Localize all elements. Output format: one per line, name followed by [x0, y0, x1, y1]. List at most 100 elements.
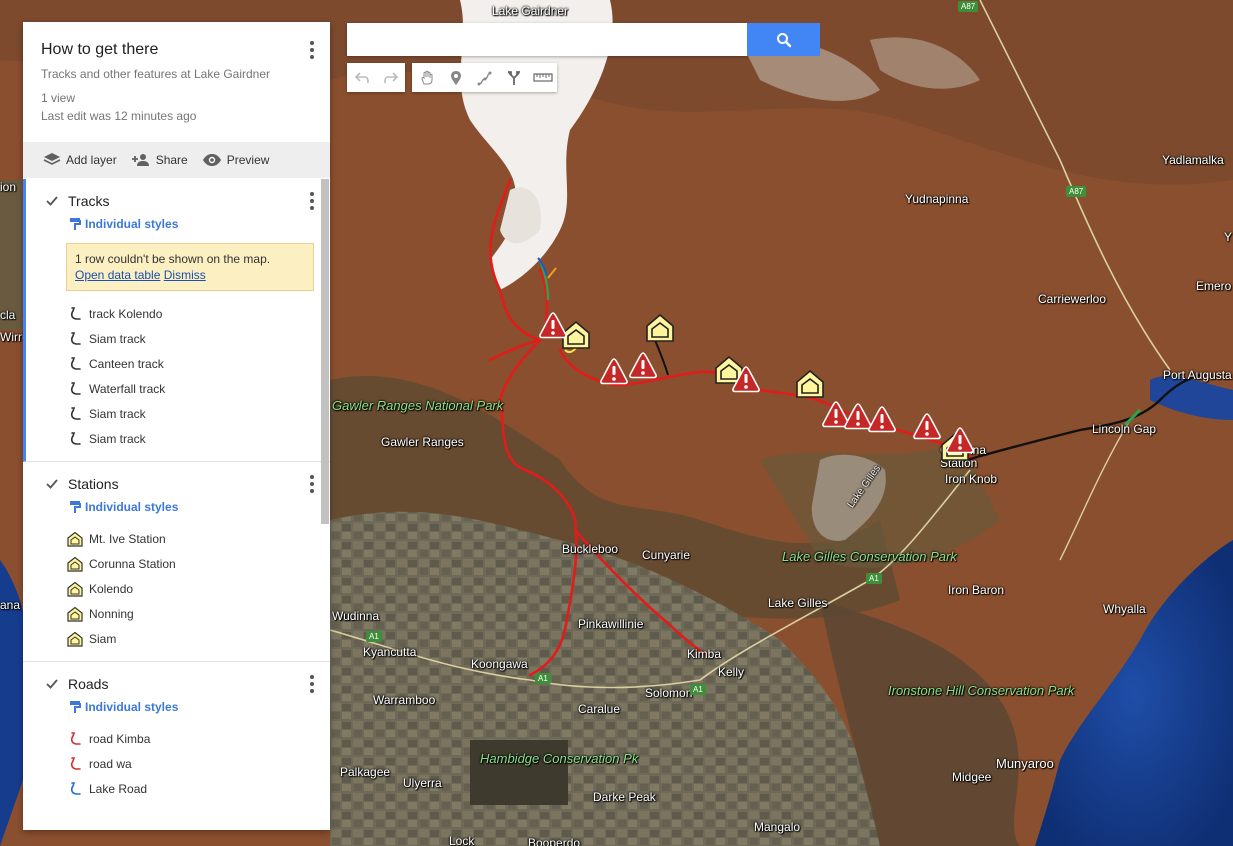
layer-feature-item[interactable]: Kolendo [23, 576, 330, 601]
place-label: Koongawa [471, 657, 528, 671]
place-label: Palkagee [340, 765, 391, 779]
layer-options-button[interactable] [304, 473, 320, 495]
highway-shield: A1 [866, 573, 882, 584]
undo-button[interactable] [347, 63, 376, 92]
layer-feature-item[interactable]: road Kimba [23, 726, 330, 751]
map-options-menu-button[interactable] [304, 39, 320, 61]
dismiss-warning-link[interactable]: Dismiss [164, 268, 206, 282]
share-button[interactable]: Share [131, 153, 188, 167]
map-title[interactable]: How to get there [41, 41, 312, 59]
layers-scrollbar[interactable] [321, 179, 329, 524]
place-label: Whyalla [1103, 602, 1146, 616]
feature-icon [66, 580, 84, 598]
feature-icon [66, 755, 84, 773]
feature-label: Mt. Ive Station [89, 531, 166, 546]
warning-icon [946, 427, 974, 454]
panel-action-bar: Add layer Share Preview [23, 142, 330, 178]
layer-feature-item[interactable]: Siam track [26, 426, 330, 451]
place-label: Buckleboo [562, 542, 619, 556]
warning-icon [629, 352, 657, 379]
feature-label: Lake Road [89, 781, 148, 796]
open-data-table-link[interactable]: Open data table [75, 268, 160, 282]
highway-shield: A1 [535, 673, 551, 684]
layer-feature-item[interactable]: Canteen track [26, 351, 330, 376]
layer-name[interactable]: Stations [68, 476, 119, 492]
layer-feature-item[interactable]: track Kolendo [26, 301, 330, 326]
hazard-marker[interactable] [867, 405, 897, 433]
feature-icon [66, 730, 84, 748]
redo-button[interactable] [376, 63, 405, 92]
add-marker-button[interactable] [441, 63, 470, 92]
layer-feature-item[interactable]: Lake Road [23, 776, 330, 801]
warning-icon [600, 358, 628, 385]
preview-label: Preview [226, 153, 270, 167]
measure-button[interactable] [528, 63, 557, 92]
layer-name[interactable]: Roads [68, 676, 108, 692]
add-layer-button[interactable]: Add layer [43, 152, 117, 168]
search-icon [776, 32, 791, 47]
hazard-marker[interactable] [599, 357, 629, 385]
layer-visibility-checkbox[interactable] [45, 677, 59, 691]
layer-items: Mt. Ive Station Corunna Station Kolendo Non… [23, 516, 330, 661]
feature-icon [66, 430, 84, 448]
feature-label: Siam [89, 631, 117, 646]
layer-feature-item[interactable]: Waterfall track [26, 376, 330, 401]
feature-icon [66, 780, 84, 798]
place-label: Emero [1196, 279, 1232, 293]
directions-button[interactable] [499, 63, 528, 92]
place-label: Darke Peak [593, 790, 656, 804]
highway-shield: A87 [1066, 186, 1087, 197]
layer-feature-item[interactable]: Mt. Ive Station [23, 526, 330, 551]
search-input[interactable] [347, 23, 747, 56]
preview-button[interactable]: Preview [202, 153, 270, 167]
select-tool-button[interactable] [412, 63, 441, 92]
feature-icon [66, 355, 84, 373]
place-label: Wudinna [332, 609, 380, 623]
place-label: Lake Gilles [768, 596, 828, 610]
layer-name[interactable]: Tracks [68, 193, 109, 209]
feature-label: road wa [89, 756, 132, 771]
place-label: Hambidge Conservation Pk [480, 751, 639, 766]
hazard-marker[interactable] [538, 311, 568, 339]
layer-warning-banner: 1 row couldn't be shown on the map. Open… [66, 243, 314, 291]
layer-feature-item[interactable]: Corunna Station [23, 551, 330, 576]
line-feature-icon [70, 731, 81, 745]
hazard-marker[interactable] [628, 351, 658, 379]
house-icon [67, 631, 83, 647]
map-description[interactable]: Tracks and other features at Lake Gairdn… [41, 67, 312, 81]
station-marker[interactable] [644, 313, 676, 343]
feature-icon [66, 330, 84, 348]
layer-feature-item[interactable]: road wa [23, 751, 330, 776]
hazard-marker[interactable] [912, 412, 942, 440]
house-icon [67, 531, 83, 547]
layer-feature-item[interactable]: Nonning [23, 601, 330, 626]
layer-items: road Kimba road wa Lake Road [23, 716, 330, 811]
place-label: ana [0, 598, 21, 612]
layer-options-button[interactable] [304, 673, 320, 695]
hazard-marker[interactable] [945, 426, 975, 454]
layer-options-button[interactable] [304, 190, 320, 212]
place-label: Iron Baron [948, 583, 1005, 597]
feature-label: Siam track [89, 331, 146, 346]
search-button[interactable] [747, 23, 820, 56]
line-feature-icon [70, 406, 81, 420]
place-label: Lake Gairdner [492, 4, 569, 18]
place-label: Carriewerloo [1038, 292, 1107, 306]
layer-feature-item[interactable]: Siam track [26, 326, 330, 351]
layers-list: Tracks Individual styles 1 row couldn't … [23, 179, 330, 830]
feature-icon [66, 555, 84, 573]
layer-roads: Roads Individual styles road Kimba road w… [23, 662, 330, 811]
layer-feature-item[interactable]: Siam [23, 626, 330, 651]
feature-label: Canteen track [89, 356, 164, 371]
layer-visibility-checkbox[interactable] [45, 477, 59, 491]
hazard-marker[interactable] [731, 365, 761, 393]
more-vert-icon [310, 41, 314, 45]
panel-header: How to get there Tracks and other featur… [23, 22, 330, 142]
draw-line-button[interactable] [470, 63, 499, 92]
place-label: Kelly [718, 665, 745, 679]
layer-feature-item[interactable]: Siam track [26, 401, 330, 426]
station-marker[interactable] [794, 369, 826, 399]
layer-visibility-checkbox[interactable] [45, 194, 59, 208]
layer-header: Roads [23, 662, 330, 706]
feature-icon [66, 605, 84, 623]
